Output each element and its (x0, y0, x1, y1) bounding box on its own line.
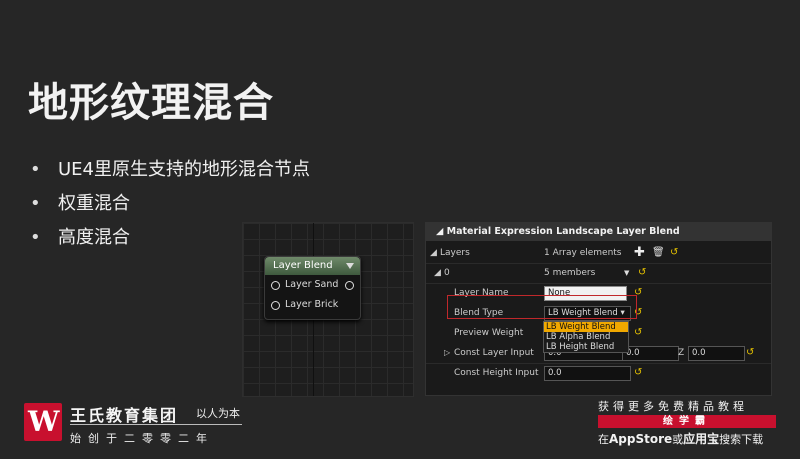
node-pin-row: Layer Sand (265, 275, 360, 295)
details-title: ◢ Material Expression Landscape Layer Bl… (426, 223, 771, 241)
pin-label: Layer Brick (285, 299, 339, 310)
const-height-input-row: Const Height Input 0.0 ↺ (426, 363, 771, 383)
const-layer-z-field[interactable]: 0.0 (688, 346, 745, 361)
org-name: 王氏教育集团 (70, 406, 179, 425)
reset-icon[interactable]: ↺ (638, 263, 646, 283)
const-height-field[interactable]: 0.0 (544, 366, 631, 381)
layer-blend-node[interactable]: Layer Blend Layer Sand Layer Brick (264, 256, 361, 320)
org-since: 始创于二零零二年 (70, 432, 214, 445)
node-pin-row: Layer Brick (265, 295, 360, 315)
reset-icon[interactable]: ↺ (670, 243, 678, 263)
blend-type-dropdown: LB Weight Blend LB Alpha Blend LB Height… (543, 321, 629, 353)
chevron-down-icon[interactable]: ▼ (624, 263, 629, 283)
company-logo: W (24, 403, 62, 441)
pin-label: Layer Sand (285, 279, 339, 290)
trash-icon[interactable]: 🗑 (652, 243, 665, 263)
expand-arrow-icon[interactable]: ◢ (430, 243, 437, 263)
dropdown-option[interactable]: LB Alpha Blend (544, 332, 628, 342)
layers-row: ◢ Layers 1 Array elements ✚ 🗑 ↺ (426, 243, 771, 263)
input-pin-icon[interactable] (271, 281, 280, 290)
reset-icon[interactable]: ↺ (634, 363, 642, 383)
reset-icon[interactable]: ↺ (746, 343, 754, 363)
input-pin-icon[interactable] (271, 301, 280, 310)
const-layer-y-field[interactable]: 0.0 (622, 346, 679, 361)
node-header[interactable]: Layer Blend (265, 257, 360, 275)
bullet-item: 权重混合 (30, 189, 310, 223)
add-element-icon[interactable]: ✚ (634, 243, 645, 263)
ad-line-1: 获得更多免费精品教程 (598, 400, 748, 413)
z-label: Z (678, 348, 685, 358)
reset-icon[interactable]: ↺ (634, 323, 642, 343)
dropdown-option[interactable]: LB Height Blend (544, 342, 628, 352)
array-index-row: ◢ 0 5 members ▼ ↺ (426, 263, 771, 283)
node-title: Layer Blend (273, 260, 333, 271)
highlight-box (447, 295, 637, 319)
app-name-badge: 绘学霸 (598, 415, 776, 428)
slide-title: 地形纹理混合 (28, 80, 274, 126)
ad-line-3: 在AppStore或应用宝搜索下载 (598, 432, 764, 446)
output-pin-icon[interactable] (345, 281, 354, 290)
expand-arrow-icon[interactable]: ◢ (434, 263, 441, 283)
collapse-arrow-icon[interactable] (346, 263, 354, 269)
expand-arrow-icon[interactable]: ▷ (444, 343, 450, 363)
dropdown-option[interactable]: LB Weight Blend (544, 322, 628, 332)
org-slogan: 以人为本 (196, 407, 240, 420)
divider (70, 424, 242, 425)
bullet-item: UE4里原生支持的地形混合节点 (30, 155, 310, 189)
